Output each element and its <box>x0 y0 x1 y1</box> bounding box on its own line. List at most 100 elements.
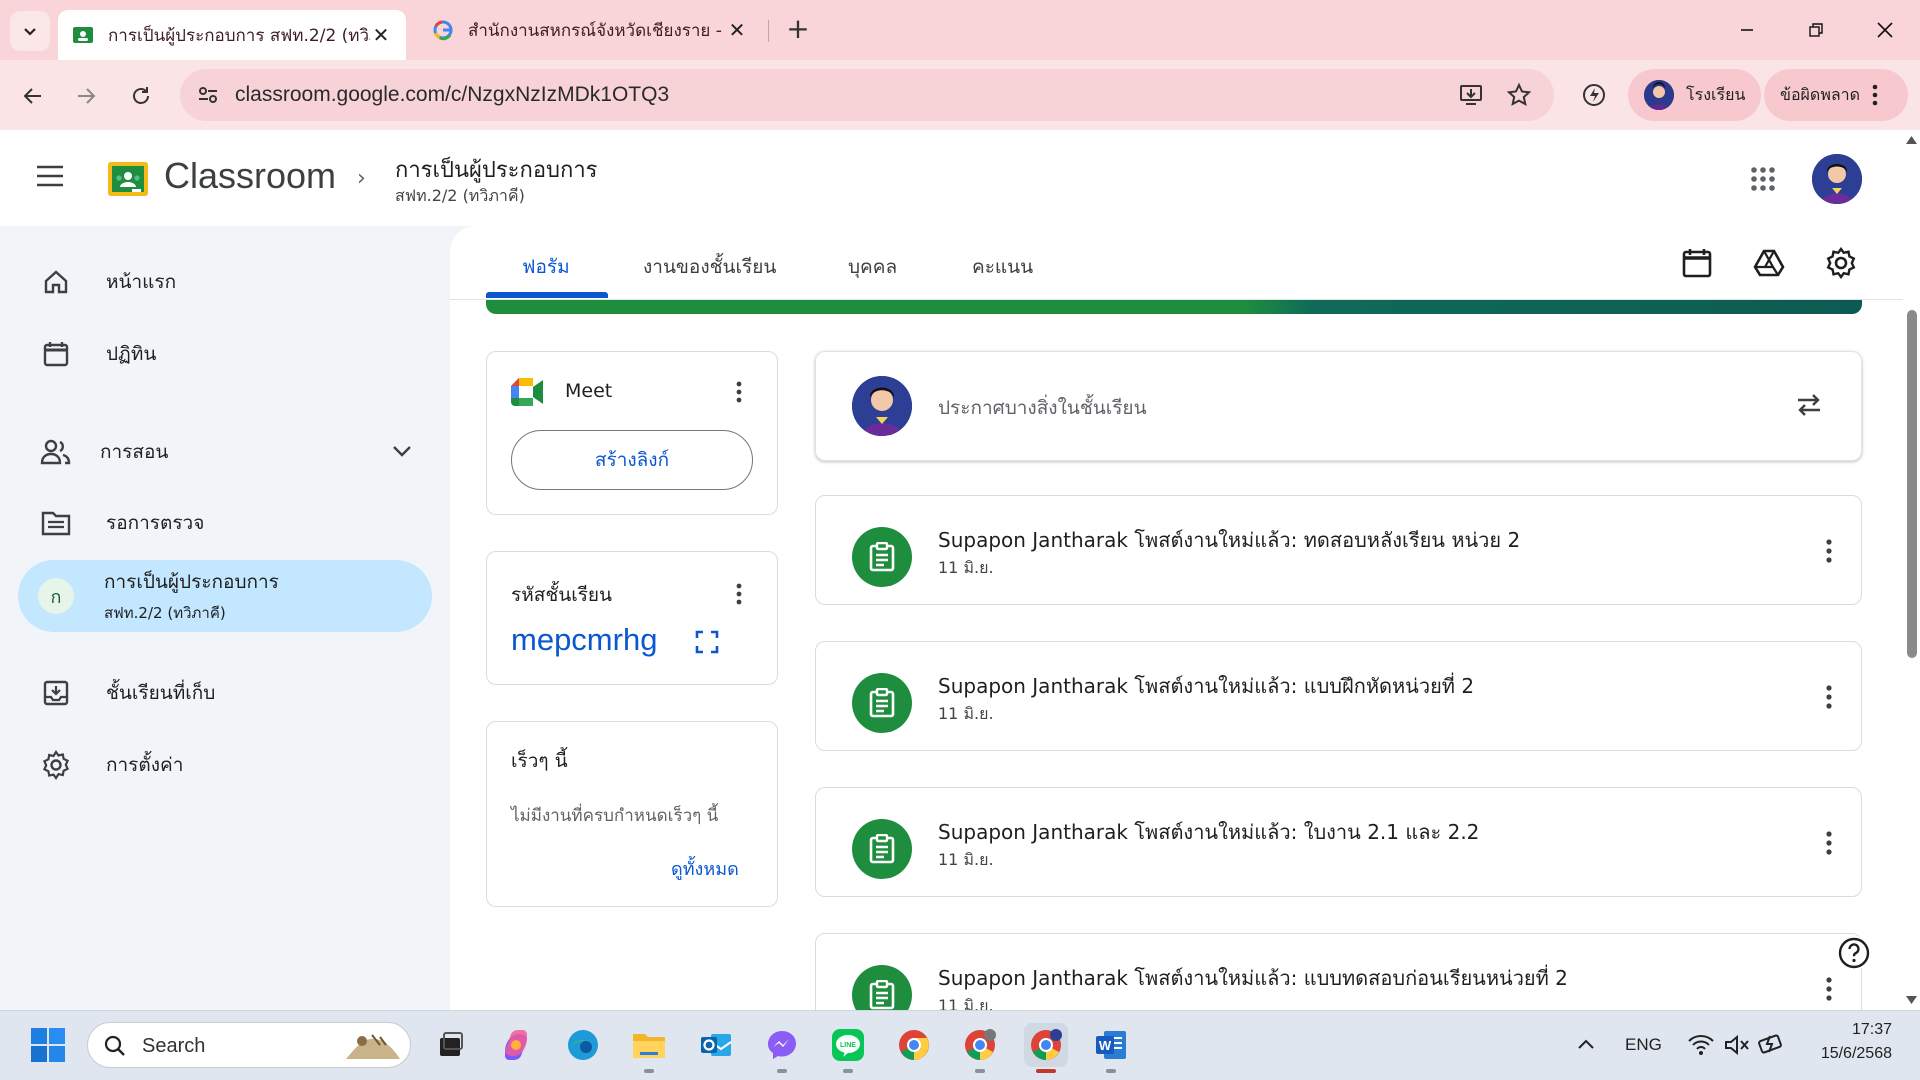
sidebar-item-settings[interactable]: การตั้งค่า <box>18 730 432 800</box>
taskbar-search-box[interactable]: Search <box>87 1022 411 1068</box>
browser-tab-classroom[interactable]: การเป็นผู้ประกอบการ สฟท.2/2 (ทวิภ ✕ <box>58 10 406 60</box>
restore-button[interactable] <box>1792 14 1840 46</box>
tab-grades[interactable]: คะแนน <box>972 252 1033 282</box>
meet-card: Meet สร้างลิงก์ <box>486 351 778 515</box>
word-icon[interactable]: W <box>1089 1023 1133 1067</box>
stream-post[interactable]: Supapon Jantharak โพสต์งานใหม่แล้ว: แบบฝ… <box>815 641 1862 751</box>
announcement-box[interactable]: ประกาศบางสิ่งในชั้นเรียน <box>815 351 1862 461</box>
course-title[interactable]: การเป็นผู้ประกอบการ <box>395 152 598 187</box>
close-tab-icon[interactable]: ✕ <box>726 18 748 42</box>
volume-muted-icon[interactable] <box>1724 1034 1750 1056</box>
forward-button[interactable] <box>68 78 104 114</box>
chrome-active-icon[interactable] <box>1024 1023 1068 1067</box>
task-view-icon[interactable] <box>428 1023 472 1067</box>
messenger-icon[interactable] <box>760 1023 804 1067</box>
input-language[interactable]: ENG <box>1625 1035 1662 1055</box>
tray-chevron-up-icon[interactable] <box>1577 1038 1595 1050</box>
browser-tab-google[interactable]: สำนักงานสหกรณ์จังหวัดเชียงราย - ค้ ✕ <box>420 10 760 50</box>
more-vert-icon[interactable] <box>1825 977 1833 1001</box>
stream-post[interactable]: Supapon Jantharak โพสต์งานใหม่แล้ว: ใบงา… <box>815 787 1862 897</box>
post-title: Supapon Jantharak โพสต์งานใหม่แล้ว: แบบฝ… <box>938 674 1475 698</box>
page-scrollbar[interactable] <box>1903 130 1920 1010</box>
close-tab-icon[interactable]: ✕ <box>370 23 392 47</box>
close-window-button[interactable] <box>1861 14 1909 46</box>
repost-icon[interactable] <box>1794 390 1824 420</box>
active-indicator <box>1036 1069 1056 1073</box>
sidebar-item-to-review[interactable]: รอการตรวจ <box>18 488 432 558</box>
class-code-card: รหัสชั้นเรียน mepcmrhg <box>486 551 778 685</box>
scroll-thumb[interactable] <box>1907 310 1917 658</box>
meet-icon <box>511 378 543 406</box>
battery-charging-icon[interactable] <box>1758 1032 1786 1056</box>
bookmark-star-icon[interactable] <box>1506 82 1532 108</box>
sidebar-item-label: ชั้นเรียนที่เก็บ <box>106 682 216 704</box>
sidebar-item-label: การสอน <box>100 441 169 463</box>
windows-start-icon[interactable] <box>31 1028 65 1062</box>
address-bar[interactable]: classroom.google.com/c/NzgxNzIzMDk1OTQ3 <box>180 69 1554 121</box>
classroom-logo-icon[interactable] <box>108 162 148 196</box>
install-app-icon[interactable] <box>1458 82 1484 108</box>
sidebar-item-teaching[interactable]: การสอน <box>18 417 432 487</box>
sidebar-item-home[interactable]: หน้าแรก <box>18 247 432 317</box>
sidebar: หน้าแรก ปฏิทิน การสอน รอการตรวจ ก การเป็… <box>0 226 450 1010</box>
scroll-down-icon[interactable] <box>1906 996 1917 1004</box>
edge-icon[interactable] <box>561 1023 605 1067</box>
copilot-icon[interactable] <box>494 1023 538 1067</box>
view-all-link[interactable]: ดูทั้งหมด <box>671 854 739 883</box>
error-menu-button[interactable]: ข้อผิดพลาด <box>1764 69 1908 121</box>
sidebar-item-calendar[interactable]: ปฏิทิน <box>18 319 432 389</box>
main-menu-icon[interactable] <box>36 165 64 187</box>
tab-classwork[interactable]: งานของชั้นเรียน <box>643 252 776 282</box>
browser-toolbar: classroom.google.com/c/NzgxNzIzMDk1OTQ3 … <box>0 60 1920 130</box>
upcoming-empty-text: ไม่มีงานที่ครบกำหนดเร็วๆ นี้ <box>511 806 719 826</box>
more-vert-icon[interactable] <box>727 380 751 404</box>
account-avatar[interactable] <box>1812 154 1862 204</box>
running-indicator <box>644 1069 654 1073</box>
more-vert-icon[interactable] <box>1825 685 1833 709</box>
sidebar-item-course[interactable]: ก การเป็นผู้ประกอบการ สฟท.2/2 (ทวิภาคี) <box>18 560 432 632</box>
chrome-icon[interactable] <box>892 1023 936 1067</box>
back-button[interactable] <box>15 78 51 114</box>
drive-folder-icon[interactable] <box>1752 246 1786 280</box>
class-code-title: รหัสชั้นเรียน <box>511 584 613 606</box>
stream-post[interactable]: Supapon Jantharak โพสต์งานใหม่แล้ว: ทดสอ… <box>815 495 1862 605</box>
clock-date[interactable]: 15/6/2568 <box>1806 1045 1892 1063</box>
create-meet-link-button[interactable]: สร้างลิงก์ <box>511 430 753 490</box>
tab-search-button[interactable] <box>10 11 50 51</box>
post-title: Supapon Jantharak โพสต์งานใหม่แล้ว: ใบงา… <box>938 820 1480 844</box>
tab-separator <box>768 20 769 42</box>
performance-icon[interactable] <box>1580 81 1608 109</box>
tab-stream[interactable]: ฟอรัม <box>522 252 570 282</box>
sidebar-item-archived[interactable]: ชั้นเรียนที่เก็บ <box>18 658 432 728</box>
tab-people[interactable]: บุคคล <box>848 252 897 282</box>
clock-time[interactable]: 17:37 <box>1814 1021 1892 1039</box>
line-app-icon[interactable]: LINE <box>826 1023 870 1067</box>
wifi-icon[interactable] <box>1688 1034 1714 1056</box>
home-icon <box>36 262 76 302</box>
class-settings-icon[interactable] <box>1824 246 1858 280</box>
calendar-icon[interactable] <box>1680 246 1714 280</box>
site-settings-icon[interactable] <box>196 83 220 107</box>
more-vert-icon[interactable] <box>1825 539 1833 563</box>
app-name[interactable]: Classroom <box>164 155 336 197</box>
reload-button[interactable] <box>123 78 159 114</box>
post-date: 11 มิ.ย. <box>938 558 994 577</box>
more-vert-icon[interactable] <box>727 582 751 606</box>
chrome-profile-icon[interactable] <box>958 1023 1002 1067</box>
profile-button[interactable]: โรงเรียน <box>1628 69 1762 121</box>
file-explorer-icon[interactable] <box>627 1023 671 1067</box>
more-vert-icon[interactable] <box>1825 831 1833 855</box>
search-placeholder: Search <box>142 1035 206 1057</box>
minimize-button[interactable] <box>1723 14 1771 46</box>
google-apps-icon[interactable] <box>1750 166 1776 192</box>
outlook-icon[interactable] <box>694 1023 738 1067</box>
stream-post[interactable]: Supapon Jantharak โพสต์งานใหม่แล้ว: แบบท… <box>815 933 1862 1010</box>
assignment-icon <box>852 965 912 1010</box>
scroll-up-icon[interactable] <box>1906 136 1917 144</box>
gear-icon <box>36 745 76 785</box>
post-date: 11 มิ.ย. <box>938 704 994 723</box>
help-icon[interactable] <box>1837 936 1871 970</box>
chevron-down-icon[interactable] <box>392 444 412 458</box>
new-tab-button[interactable]: + <box>782 14 814 46</box>
fullscreen-icon[interactable] <box>695 630 719 654</box>
